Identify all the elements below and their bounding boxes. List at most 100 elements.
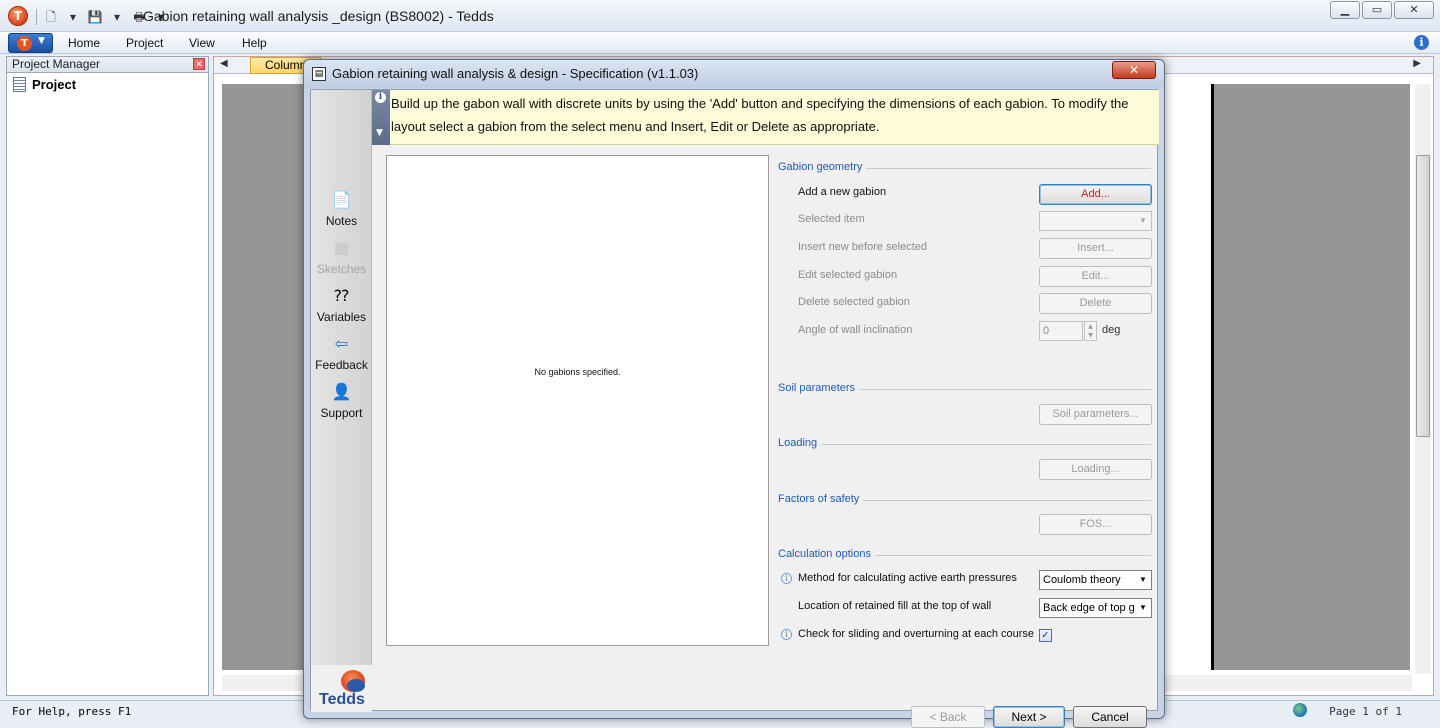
minimize-button[interactable]: ▁: [1330, 1, 1360, 19]
new-document-icon[interactable]: 🗋: [43, 8, 59, 26]
chevron-down-icon: ▼: [38, 36, 45, 46]
nav-notes-label: Notes: [325, 214, 358, 228]
variables-icon: ⁇: [334, 288, 349, 305]
tab-scroll-right-icon[interactable]: ▶: [1413, 58, 1421, 69]
earth-pressure-method-select[interactable]: Coulomb theory ▼: [1039, 570, 1152, 590]
selected-item-label: Selected item: [798, 213, 865, 225]
nav-variables[interactable]: ⁇ Variables: [311, 286, 372, 324]
chevron-down-icon: ▼: [1135, 599, 1151, 617]
globe-icon: [1293, 703, 1307, 717]
nav-sketches: ▦ Sketches: [311, 238, 372, 276]
cancel-button[interactable]: Cancel: [1073, 706, 1147, 728]
menu-project[interactable]: Project: [126, 36, 163, 50]
angle-inclination-label: Angle of wall inclination: [798, 324, 913, 336]
banner-text: Build up the gabon wall with discrete un…: [391, 96, 1129, 134]
info-icon[interactable]: i: [781, 629, 792, 640]
angle-unit: deg: [1102, 324, 1121, 336]
page-indicator: Page 1 of 1: [1329, 705, 1402, 718]
check-each-course-label: Check for sliding and overturning at eac…: [798, 628, 1035, 640]
chevron-down-icon: ▼: [1135, 212, 1151, 230]
info-icon[interactable]: i: [781, 573, 792, 584]
vertical-scroll-thumb[interactable]: [1416, 155, 1430, 437]
section-factors-of-safety: Factors of safety: [778, 493, 1151, 507]
section-calculation-options: Calculation options: [778, 548, 1151, 562]
info-banner: i ▼ Build up the gabon wall with discret…: [372, 90, 1159, 145]
menu-home[interactable]: Home: [68, 36, 100, 50]
check-each-course-checkbox[interactable]: ✓: [1039, 629, 1052, 642]
retained-fill-location-value: Back edge of top g: [1043, 602, 1135, 614]
dropdown-arrow-icon[interactable]: ▾: [65, 8, 81, 26]
next-button[interactable]: Next >: [993, 706, 1065, 728]
tedds-app-icon[interactable]: T: [8, 6, 28, 26]
section-gabion-geometry: Gabion geometry: [778, 161, 1151, 175]
section-title: Factors of safety: [778, 493, 864, 505]
tedds-logo-icon: T: [17, 36, 32, 51]
feedback-icon: ⇦: [334, 336, 349, 353]
section-title: Calculation options: [778, 548, 875, 560]
info-icon: i: [375, 92, 386, 103]
delete-gabion-label: Delete selected gabion: [798, 296, 910, 308]
menu-view[interactable]: View: [189, 36, 215, 50]
nav-support[interactable]: 👤 Support: [311, 382, 372, 420]
delete-gabion-button: Delete: [1039, 293, 1152, 314]
save-icon[interactable]: 💾: [87, 8, 103, 26]
window-controls: ▁ ▭ ✕: [1330, 1, 1434, 19]
document-icon: [13, 77, 26, 92]
info-help-icon[interactable]: i: [1414, 35, 1429, 50]
nav-feedback[interactable]: ⇦ Feedback: [311, 334, 372, 372]
window-title: Gabion retaining wall analysis _design (…: [143, 8, 494, 24]
nav-sketches-label: Sketches: [316, 262, 367, 276]
nav-support-label: Support: [320, 406, 363, 420]
tree-item-label: Project: [32, 77, 77, 92]
earth-pressure-method-label: Method for calculating active earth pres…: [798, 572, 1017, 584]
menu-help[interactable]: Help: [242, 36, 267, 50]
project-manager-header: Project Manager ✕: [7, 57, 208, 73]
section-loading: Loading: [778, 437, 1151, 451]
nav-variables-label: Variables: [316, 310, 367, 324]
dialog-close-button[interactable]: ✕: [1112, 61, 1156, 79]
insert-gabion-label: Insert new before selected: [798, 241, 928, 253]
edit-gabion-button: Edit...: [1039, 266, 1152, 287]
dialog-body: 📄 Notes ▦ Sketches ⁇ Variables ⇦ Feedbac…: [310, 89, 1159, 712]
close-window-button[interactable]: ✕: [1394, 1, 1434, 19]
selected-item-select: ▼: [1039, 211, 1152, 231]
add-gabion-button[interactable]: Add...: [1039, 184, 1152, 205]
fos-button: FOS...: [1039, 514, 1152, 535]
retained-fill-location-label: Location of retained fill at the top of …: [798, 600, 992, 612]
dialog-side-nav: 📄 Notes ▦ Sketches ⁇ Variables ⇦ Feedbac…: [311, 90, 372, 665]
nav-feedback-label: Feedback: [315, 358, 368, 372]
section-rule: [778, 444, 1151, 445]
tab-scroll-left-icon[interactable]: ◀: [220, 58, 228, 69]
section-title: Loading: [778, 437, 822, 449]
nav-notes[interactable]: 📄 Notes: [311, 190, 372, 228]
soil-parameters-button: Soil parameters...: [1039, 404, 1152, 425]
tedds-logo: Tedds: [311, 666, 372, 712]
collapse-banner-icon[interactable]: ▼: [376, 128, 383, 138]
application-menu-button[interactable]: T ▼: [8, 33, 53, 53]
dropdown-arrow-icon[interactable]: ▾: [109, 8, 125, 26]
back-button: < Back: [911, 706, 985, 728]
project-manager-title: Project Manager: [12, 57, 101, 71]
toolbar-separator: [36, 9, 37, 25]
angle-inclination-input: 0: [1039, 321, 1083, 341]
menu-bar: T ▼ Home Project View Help i: [0, 32, 1440, 54]
dialog-title: Gabion retaining wall analysis & design …: [332, 66, 699, 81]
dialog-title-bar: ▤ Gabion retaining wall analysis & desig…: [304, 60, 1164, 88]
tedds-logo-text: Tedds: [319, 691, 365, 708]
preview-message: No gabions specified.: [534, 367, 621, 377]
tree-item-project[interactable]: Project: [13, 77, 76, 92]
maximize-button[interactable]: ▭: [1362, 1, 1392, 19]
add-gabion-label: Add a new gabion: [798, 186, 887, 198]
dialog-app-icon: ▤: [312, 67, 326, 81]
banner-side-strip[interactable]: i ▼: [372, 90, 390, 145]
earth-pressure-method-value: Coulomb theory: [1043, 574, 1121, 586]
insert-gabion-button: Insert...: [1039, 238, 1152, 259]
gabion-preview: No gabions specified.: [386, 155, 769, 646]
close-pane-icon[interactable]: ✕: [193, 58, 205, 70]
angle-spinner-buttons: ▲ ▼: [1084, 321, 1097, 341]
edit-gabion-label: Edit selected gabion: [798, 269, 898, 281]
retained-fill-location-select[interactable]: Back edge of top g ▼: [1039, 598, 1152, 618]
support-icon: 👤: [331, 384, 352, 401]
loading-button: Loading...: [1039, 459, 1152, 480]
section-title: Soil parameters: [778, 382, 860, 394]
